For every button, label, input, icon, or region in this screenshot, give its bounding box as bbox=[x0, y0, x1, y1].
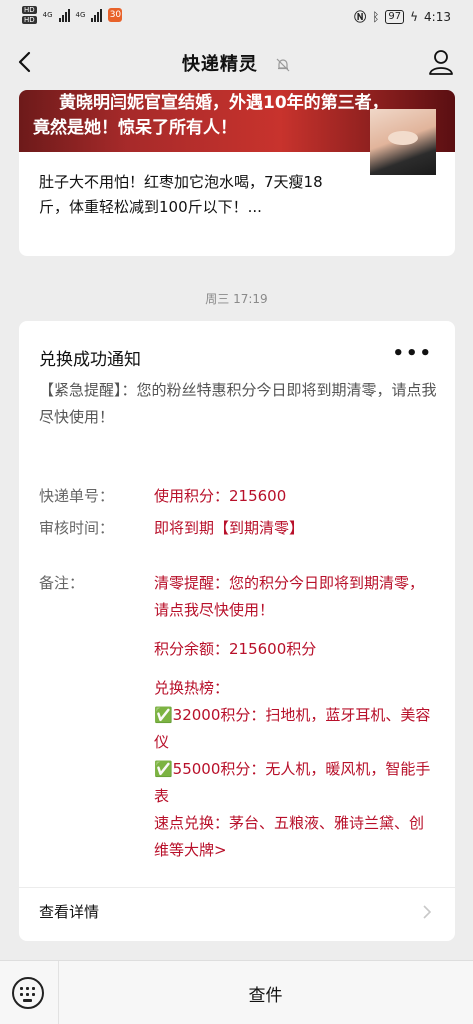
app-notification-icon: 30 bbox=[108, 8, 123, 22]
nfc-icon: Ⓝ bbox=[354, 10, 367, 24]
field-value: 使用积分：215600 bbox=[154, 487, 287, 505]
view-details-label: 查看详情 bbox=[39, 903, 100, 921]
page-title: 快递精灵 bbox=[0, 50, 473, 76]
status-right: Ⓝ ᛒ 97 ϟ 4:13 bbox=[354, 8, 451, 25]
quick-redeem: 速点兑换：茅台、五粮液、雅诗兰黛、创维等大牌> bbox=[154, 814, 425, 859]
mute-bell-icon bbox=[276, 58, 290, 72]
bluetooth-icon: ᛒ bbox=[372, 9, 380, 24]
hd-badge-2: HD bbox=[22, 16, 37, 24]
signal-icon-2 bbox=[91, 8, 103, 22]
signal-icon bbox=[58, 8, 70, 22]
notification-description: 【紧急提醒】：您的粉丝特惠积分今日即将到期清零，请点我尽快使用！ bbox=[39, 381, 437, 426]
page-title-text: 快递精灵 bbox=[181, 54, 258, 75]
clock: 4:13 bbox=[424, 9, 451, 24]
article-title: 肚子大不用怕！红枣加它泡水喝，7天瘦18斤，体重轻松减到100斤以下！... bbox=[39, 173, 323, 216]
article-card[interactable]: 黄晓明闫妮官宣结婚，外遇10年的第三者， 竟然是她！惊呆了所有人！ 肚子大不用怕… bbox=[19, 90, 455, 256]
hd-badge-1: HD bbox=[22, 6, 37, 14]
battery-level: 97 bbox=[385, 9, 405, 24]
more-options-icon[interactable]: ••• bbox=[392, 343, 433, 364]
status-left: HD HD 4G 4G 30 bbox=[22, 6, 123, 24]
remarks-value: 清零提醒：您的积分今日即将到期清零，请点我尽快使用！ 积分余额：215600积分… bbox=[154, 570, 434, 864]
nav-bar: 快递精灵 bbox=[0, 34, 473, 90]
status-bar: HD HD 4G 4G 30 Ⓝ ᛒ 97 ϟ 4:13 bbox=[0, 0, 473, 34]
notification-card[interactable]: 兑换成功通知 ••• 【紧急提醒】：您的粉丝特惠积分今日即将到期清零，请点我尽快… bbox=[19, 321, 455, 941]
chevron-right-icon bbox=[423, 905, 432, 919]
field-label: 审核时间： bbox=[39, 519, 115, 537]
hd-indicators: HD HD bbox=[22, 6, 37, 24]
notification-title: 兑换成功通知 bbox=[39, 350, 141, 370]
hot-item-2: ✅55000积分：无人机，暖风机，智能手表 bbox=[154, 760, 431, 805]
view-details-link[interactable]: 查看详情 bbox=[39, 901, 435, 931]
remarks-reminder: 清零提醒：您的积分今日即将到期清零，请点我尽快使用！ bbox=[154, 574, 425, 619]
hot-list-title: 兑换热榜： bbox=[154, 679, 230, 697]
article-thumbnail bbox=[370, 109, 436, 175]
charging-icon: ϟ bbox=[410, 9, 419, 24]
keyboard-icon[interactable] bbox=[12, 977, 44, 1009]
field-label: 备注： bbox=[39, 574, 85, 592]
message-timestamp: 周三 17:19 bbox=[205, 292, 268, 306]
bottom-bar: 查件 bbox=[0, 960, 473, 1024]
profile-icon[interactable] bbox=[427, 48, 455, 76]
divider bbox=[19, 887, 455, 888]
hot-item-1: ✅32000积分：扫地机，蓝牙耳机、美容仪 bbox=[154, 706, 431, 751]
network-type-1: 4G bbox=[42, 11, 53, 19]
network-type-2: 4G bbox=[75, 11, 86, 19]
field-value: 即将到期【到期清零】 bbox=[154, 519, 305, 537]
menu-button-query[interactable]: 查件 bbox=[58, 981, 473, 1006]
field-label: 快递单号： bbox=[39, 487, 115, 505]
points-balance: 积分余额：215600积分 bbox=[154, 640, 317, 658]
